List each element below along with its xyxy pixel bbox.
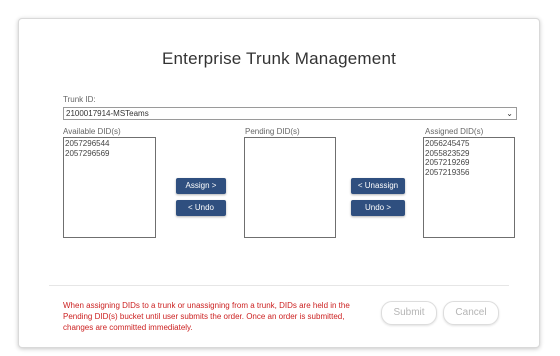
page-title: Enterprise Trunk Management xyxy=(161,49,397,68)
did-list-item[interactable]: 2057219269 xyxy=(425,158,514,168)
trunk-management-panel: Enterprise Trunk Management Trunk ID: 21… xyxy=(18,18,540,348)
trunk-id-label: Trunk ID: xyxy=(63,95,96,104)
submit-button[interactable]: Submit xyxy=(381,301,437,325)
page-background: Enterprise Trunk Management Trunk ID: 21… xyxy=(0,0,560,356)
available-dids-list[interactable]: 2057296544 2057296569 xyxy=(63,137,156,238)
assign-button[interactable]: Assign > xyxy=(176,178,226,194)
assigned-dids-list[interactable]: 2056245475 2055823529 2057219269 2057219356 xyxy=(423,137,515,238)
did-list-item[interactable]: 2055823529 xyxy=(425,149,514,159)
did-list-item[interactable]: 2057219356 xyxy=(425,168,514,178)
undo-right-button[interactable]: Undo > xyxy=(351,200,405,216)
did-list-item[interactable]: 2057296569 xyxy=(65,149,155,159)
divider xyxy=(49,285,509,286)
trunk-id-select[interactable]: 2100017914-MSTeams ⌄ xyxy=(63,107,517,120)
did-list-item[interactable]: 2056245475 xyxy=(425,139,514,149)
unassign-button[interactable]: < Unassign xyxy=(351,178,405,194)
cancel-button[interactable]: Cancel xyxy=(443,301,499,325)
chevron-down-icon: ⌄ xyxy=(506,109,513,118)
did-list-item[interactable]: 2057296544 xyxy=(65,139,155,149)
pending-info-note: When assigning DIDs to a trunk or unassi… xyxy=(63,301,350,332)
assigned-dids-label: Assigned DID(s) xyxy=(425,127,484,136)
undo-left-button[interactable]: < Undo xyxy=(176,200,226,216)
pending-dids-label: Pending DID(s) xyxy=(245,127,300,136)
available-dids-label: Available DID(s) xyxy=(63,127,121,136)
pending-dids-list[interactable] xyxy=(244,137,336,238)
trunk-id-value: 2100017914-MSTeams xyxy=(66,109,149,118)
